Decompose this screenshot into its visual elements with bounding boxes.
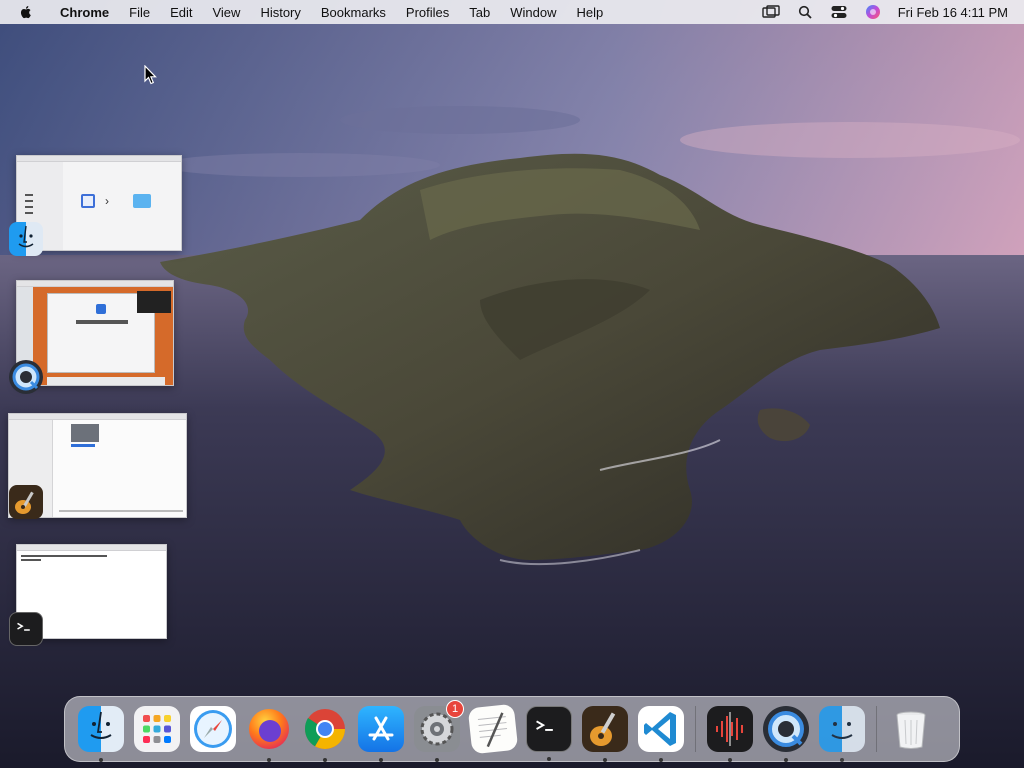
running-indicator bbox=[784, 758, 788, 762]
siri-icon[interactable] bbox=[864, 4, 882, 20]
menu-bar: Chrome File Edit View History Bookmarks … bbox=[0, 0, 1024, 24]
terminal-icon bbox=[536, 720, 553, 731]
garageband-icon bbox=[590, 712, 616, 746]
chevron-right-icon: › bbox=[105, 194, 109, 208]
window-titlebar bbox=[17, 281, 173, 287]
mouse-cursor-icon bbox=[144, 65, 157, 85]
control-center-icon[interactable] bbox=[830, 4, 848, 20]
dock-chrome[interactable] bbox=[302, 706, 348, 762]
running-indicator bbox=[267, 758, 271, 762]
menu-file[interactable]: File bbox=[119, 5, 160, 20]
running-indicator bbox=[728, 758, 732, 762]
running-indicator bbox=[547, 757, 551, 761]
dock-firefox[interactable] bbox=[246, 706, 292, 762]
dock-system-preferences[interactable]: 1 bbox=[414, 700, 464, 762]
dock-separator bbox=[695, 706, 696, 752]
running-indicator bbox=[435, 758, 439, 762]
running-indicator bbox=[840, 758, 844, 762]
firefox-icon bbox=[249, 709, 289, 749]
dock-finder-stack[interactable] bbox=[819, 706, 865, 762]
dock-app-store[interactable] bbox=[358, 706, 404, 762]
dock-textedit[interactable] bbox=[467, 703, 519, 755]
terminal-text-line bbox=[21, 555, 107, 557]
text-line bbox=[76, 320, 128, 324]
video-overlay bbox=[137, 291, 171, 313]
terminal-icon[interactable] bbox=[9, 612, 43, 646]
dock-vscode[interactable] bbox=[638, 706, 684, 762]
finder-icon bbox=[90, 711, 112, 739]
safari-icon bbox=[194, 710, 232, 748]
voice-memos-icon bbox=[716, 712, 743, 746]
dock-garageband[interactable] bbox=[582, 706, 628, 762]
menu-edit[interactable]: Edit bbox=[160, 5, 202, 20]
dock-voice-memos[interactable] bbox=[707, 706, 753, 762]
quicktime-icon[interactable] bbox=[9, 360, 43, 394]
apple-menu-icon[interactable] bbox=[18, 4, 34, 20]
terminal-text-line bbox=[21, 559, 41, 561]
menu-profiles[interactable]: Profiles bbox=[396, 5, 459, 20]
menu-window[interactable]: Window bbox=[500, 5, 566, 20]
dock-safari[interactable] bbox=[190, 706, 236, 752]
menu-bookmarks[interactable]: Bookmarks bbox=[311, 5, 396, 20]
window-titlebar bbox=[17, 545, 166, 551]
folder-icon bbox=[133, 194, 151, 208]
menu-view[interactable]: View bbox=[202, 5, 250, 20]
vscode-icon bbox=[644, 712, 676, 746]
screen-mirroring-icon[interactable] bbox=[761, 4, 780, 20]
menubar-clock[interactable]: Fri Feb 16 4:11 PM bbox=[890, 5, 1024, 20]
running-indicator bbox=[379, 758, 383, 762]
menu-tab[interactable]: Tab bbox=[459, 5, 500, 20]
document-icon bbox=[81, 194, 95, 208]
menu-help[interactable]: Help bbox=[567, 5, 614, 20]
dock-finder[interactable] bbox=[78, 706, 124, 762]
notification-badge: 1 bbox=[446, 700, 464, 718]
garageband-icon[interactable] bbox=[9, 485, 43, 519]
menu-history[interactable]: History bbox=[250, 5, 310, 20]
app-mini-icon bbox=[96, 304, 106, 314]
status-line bbox=[59, 510, 183, 512]
running-indicator bbox=[323, 758, 327, 762]
dock-terminal[interactable] bbox=[526, 706, 572, 761]
running-indicator bbox=[99, 758, 103, 762]
running-indicator bbox=[659, 758, 663, 762]
dock-separator bbox=[876, 706, 877, 752]
dock-trash[interactable] bbox=[888, 706, 934, 752]
textedit-icon bbox=[477, 712, 508, 748]
dock-quicktime[interactable] bbox=[763, 706, 809, 762]
app-store-icon bbox=[368, 716, 394, 741]
dock-launchpad[interactable] bbox=[134, 706, 180, 752]
finder-icon[interactable] bbox=[9, 222, 43, 256]
mini-dock bbox=[47, 377, 165, 385]
sidebar-list bbox=[25, 194, 33, 216]
spotlight-search-icon[interactable] bbox=[796, 4, 814, 20]
app-menu-chrome[interactable]: Chrome bbox=[50, 5, 119, 20]
dock: 1 bbox=[64, 696, 960, 762]
trash-icon bbox=[896, 711, 926, 749]
finder-stack-icon bbox=[831, 722, 853, 739]
quicktime-icon bbox=[768, 711, 804, 747]
project-thumbnail bbox=[71, 424, 99, 442]
launchpad-icon bbox=[143, 715, 171, 743]
chrome-icon bbox=[304, 709, 345, 749]
running-indicator bbox=[603, 758, 607, 762]
selected-label bbox=[71, 444, 95, 447]
